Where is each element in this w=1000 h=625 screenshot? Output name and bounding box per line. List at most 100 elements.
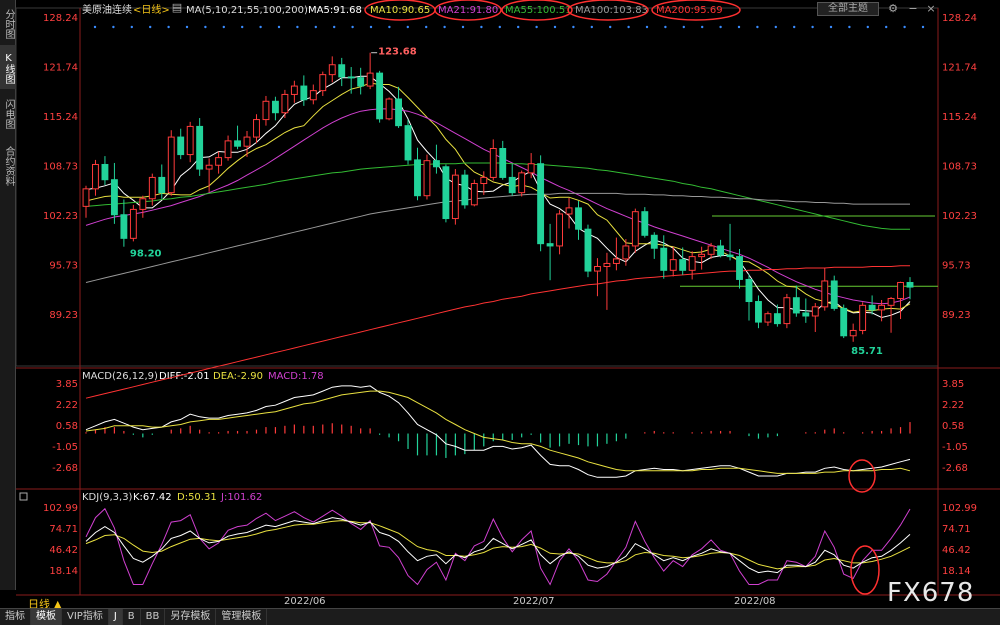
close-icon[interactable]: × bbox=[924, 2, 938, 16]
macd-dea-value: DEA:-2.90 bbox=[213, 371, 263, 382]
candle-down bbox=[802, 312, 810, 317]
candle-down bbox=[177, 136, 185, 156]
candle-down bbox=[906, 281, 914, 288]
candle-up bbox=[82, 188, 90, 207]
tab-j[interactable]: J bbox=[108, 609, 123, 625]
candle-up bbox=[224, 140, 232, 159]
candle-up bbox=[423, 160, 431, 197]
candle-down bbox=[234, 140, 241, 147]
candle-up bbox=[897, 281, 904, 299]
ma-params: MA(5,10,21,55,100,200) bbox=[186, 5, 308, 16]
date-label-jul: 2022/07 bbox=[513, 596, 555, 607]
macd-params: MACD(26,12,9) bbox=[82, 371, 158, 382]
price-tick-left: 108.73 bbox=[43, 162, 78, 173]
candle-up bbox=[631, 211, 639, 247]
candle-down bbox=[120, 214, 128, 239]
candle-up bbox=[129, 208, 137, 239]
candle-down bbox=[338, 64, 346, 78]
macd-tick-right: 2.22 bbox=[942, 400, 964, 411]
candle-up bbox=[309, 90, 317, 101]
macd-tick-right: 3.85 bbox=[942, 379, 964, 390]
candle-up bbox=[148, 176, 156, 200]
macd-tick-right: 0.58 bbox=[942, 421, 964, 432]
candle-up bbox=[527, 163, 535, 174]
theme-selector-button[interactable]: 全部主题 bbox=[817, 2, 879, 16]
macd-tick-left: -1.05 bbox=[52, 442, 78, 453]
candle-up bbox=[821, 280, 829, 308]
candle-up bbox=[887, 297, 895, 306]
candle-down bbox=[660, 247, 668, 271]
candle-down bbox=[499, 147, 507, 178]
candle-up bbox=[253, 119, 260, 138]
candle-down bbox=[650, 234, 658, 249]
marker-dot bbox=[921, 25, 925, 29]
candle-down bbox=[376, 72, 384, 120]
candle-down bbox=[508, 176, 516, 194]
candle-down bbox=[271, 100, 279, 114]
macd-tick-left: 3.85 bbox=[56, 379, 78, 390]
candle-up bbox=[262, 100, 270, 121]
candle-down bbox=[584, 228, 592, 272]
candle-down bbox=[641, 211, 649, 236]
kdj-tick-right: 102.99 bbox=[942, 503, 977, 514]
kdj-k-line bbox=[85, 517, 911, 574]
candle-up bbox=[470, 183, 478, 206]
tab-template[interactable]: 模板 bbox=[31, 609, 62, 625]
tab-bb[interactable]: BB bbox=[141, 609, 166, 625]
tab-manage-template[interactable]: 管理模板 bbox=[216, 609, 268, 625]
candle-down bbox=[357, 77, 365, 87]
kdj-params: KDJ(9,3,3) bbox=[82, 492, 133, 503]
period-title: <日线> bbox=[133, 3, 170, 16]
marker-dot bbox=[645, 25, 649, 29]
candle-up bbox=[319, 74, 327, 92]
marker-dot bbox=[664, 25, 667, 29]
price-tick-left: 89.23 bbox=[49, 310, 78, 321]
settings-icon[interactable]: ⚙ bbox=[886, 2, 900, 16]
candle-up bbox=[811, 306, 819, 317]
marker-dot bbox=[903, 25, 906, 29]
annotation-high: 123.68 bbox=[378, 47, 417, 58]
candle-down bbox=[868, 304, 876, 311]
candle-up bbox=[243, 136, 251, 147]
candle-up bbox=[878, 304, 886, 311]
marker-dot bbox=[241, 25, 244, 29]
kdj-k-value: K:67.42 bbox=[133, 492, 172, 503]
marker-dot bbox=[185, 25, 189, 29]
candle-up bbox=[205, 164, 213, 170]
marker-dot bbox=[553, 25, 557, 29]
candle-down bbox=[773, 313, 781, 325]
price-tick-left: 115.24 bbox=[43, 112, 78, 123]
candle-up bbox=[556, 213, 563, 247]
kdj-d-value: D:50.31 bbox=[177, 492, 217, 503]
candle-down bbox=[110, 179, 118, 216]
tab-indicator[interactable]: 指标 bbox=[0, 609, 31, 625]
candle-up bbox=[489, 147, 497, 178]
kdj-collapse-icon[interactable] bbox=[19, 492, 28, 501]
marker-dot bbox=[719, 25, 722, 29]
price-tick-right: 108.73 bbox=[942, 162, 977, 173]
tab-b[interactable]: B bbox=[123, 609, 141, 625]
minus-icon[interactable]: − bbox=[906, 2, 920, 16]
price-tick-left: 121.74 bbox=[43, 62, 78, 73]
candle-up bbox=[764, 313, 772, 323]
tab-vip-indicator[interactable]: VIP指标 bbox=[62, 609, 109, 625]
marker-dot bbox=[848, 25, 851, 29]
marker-dot bbox=[333, 25, 336, 29]
candle-down bbox=[158, 176, 166, 194]
candle-up bbox=[669, 259, 677, 271]
tab-save-template[interactable]: 另存模板 bbox=[165, 609, 217, 625]
marker-dot bbox=[793, 25, 796, 29]
candle-down bbox=[792, 297, 800, 314]
marker-dot bbox=[811, 25, 814, 29]
candlestick-chart: 美原油连续 <日线> MA(5,10,21,55,100,200) MA5:91… bbox=[15, 0, 1000, 607]
candle-up bbox=[186, 125, 194, 156]
marker-dot bbox=[590, 25, 593, 29]
candle-down bbox=[347, 76, 355, 79]
macd-tick-left: 2.22 bbox=[56, 400, 78, 411]
price-tick-right: 95.73 bbox=[942, 261, 971, 272]
chart-settings-icon[interactable]: ▤ bbox=[170, 1, 184, 15]
annotation-circle-kdj bbox=[850, 545, 880, 595]
candle-down bbox=[101, 163, 109, 181]
kdj-tick-right: 46.42 bbox=[942, 545, 971, 556]
marker-dot bbox=[406, 25, 409, 29]
